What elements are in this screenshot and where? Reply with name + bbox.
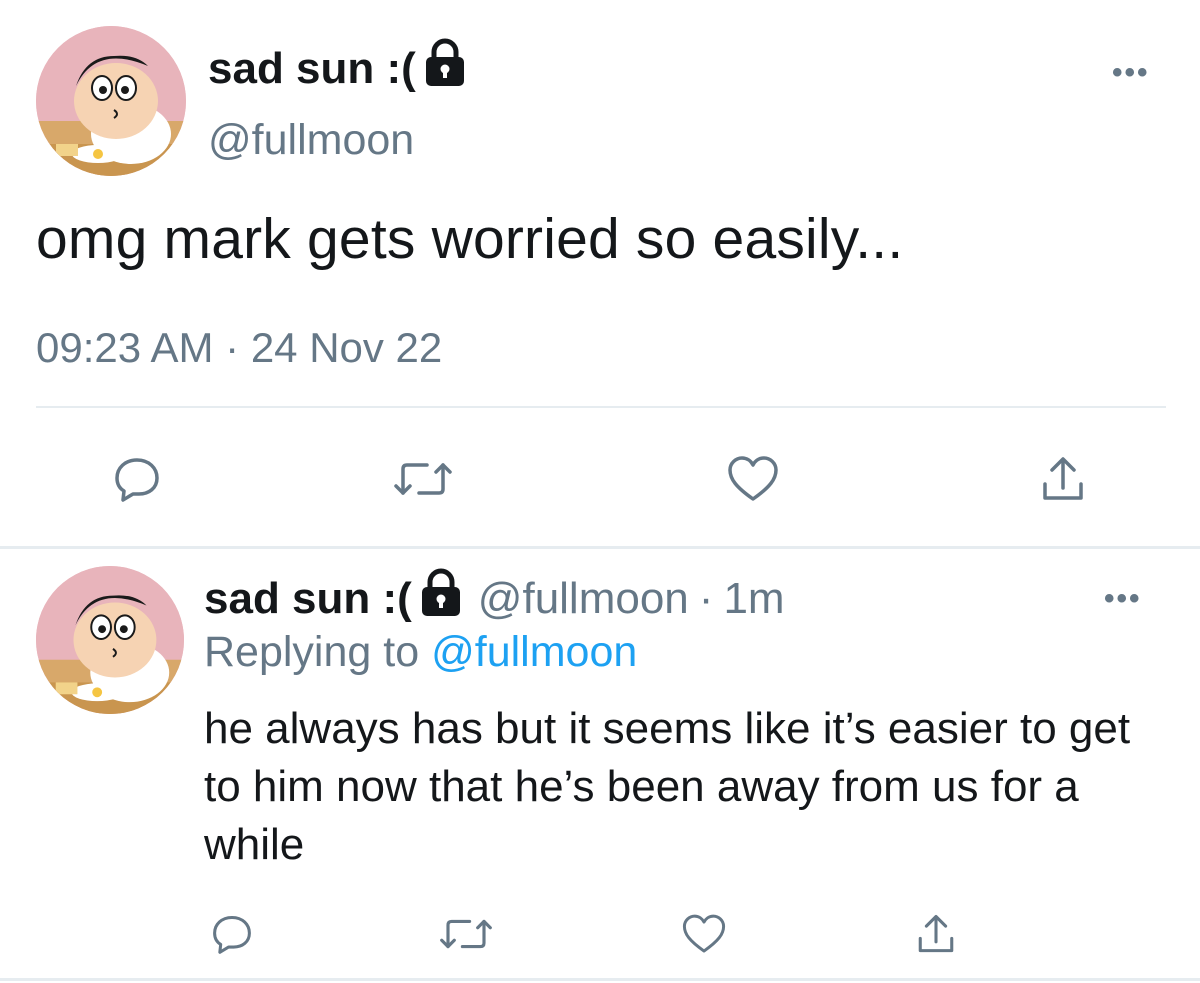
replying-to-link[interactable]: @fullmoon bbox=[431, 628, 637, 676]
divider bbox=[36, 406, 1166, 408]
display-name-text: sad sun :( bbox=[208, 43, 416, 93]
reply-icon bbox=[115, 458, 159, 502]
replying-prefix: Replying to bbox=[204, 628, 420, 676]
tweet-text: omg mark gets worried so easily... bbox=[36, 207, 904, 271]
tweet-date[interactable]: 24 Nov 22 bbox=[251, 324, 442, 371]
reply-display-name[interactable]: sad sun :( bbox=[204, 574, 412, 624]
reply-share-button[interactable] bbox=[904, 904, 968, 964]
lock-icon bbox=[418, 568, 464, 629]
reply-like-button[interactable] bbox=[672, 904, 736, 964]
reply-more-icon[interactable]: ••• bbox=[1104, 584, 1142, 614]
reply-retweet-button[interactable] bbox=[430, 904, 502, 964]
reply-icon bbox=[213, 915, 251, 954]
lock-icon bbox=[422, 38, 468, 99]
share-icon bbox=[1043, 457, 1083, 500]
reply-button[interactable] bbox=[102, 444, 172, 514]
retweet-icon bbox=[394, 463, 452, 495]
reply-handle[interactable]: @fullmoon bbox=[478, 574, 689, 624]
reply-reply-button[interactable] bbox=[200, 904, 264, 964]
reply-age[interactable]: 1m bbox=[723, 574, 784, 624]
more-icon[interactable]: ••• bbox=[1112, 58, 1150, 88]
share-button[interactable] bbox=[1028, 444, 1098, 514]
tweet-timestamp: 09:23 AM · 24 Nov 22 bbox=[36, 324, 442, 372]
tweet-time: 09:23 AM bbox=[36, 324, 214, 371]
reply-separator: · bbox=[698, 573, 714, 623]
reply-header: sad sun :( @fullmoon · 1m bbox=[204, 568, 785, 629]
share-icon bbox=[918, 914, 954, 953]
reply-avatar[interactable] bbox=[36, 566, 184, 714]
handle[interactable]: @fullmoon bbox=[208, 116, 414, 165]
bottom-divider bbox=[0, 978, 1200, 981]
avatar[interactable] bbox=[36, 26, 186, 176]
reply-text: he always has but it seems like it’s eas… bbox=[204, 704, 1131, 869]
section-divider bbox=[0, 546, 1200, 549]
retweet-icon bbox=[440, 919, 492, 949]
replying-to: Replying to @fullmoon bbox=[204, 628, 637, 677]
heart-icon bbox=[728, 456, 778, 501]
heart-icon bbox=[682, 914, 726, 953]
display-name[interactable]: sad sun :( bbox=[208, 38, 468, 99]
retweet-button[interactable] bbox=[383, 444, 463, 514]
meta-separator: · bbox=[225, 324, 240, 371]
like-button[interactable] bbox=[718, 444, 788, 514]
